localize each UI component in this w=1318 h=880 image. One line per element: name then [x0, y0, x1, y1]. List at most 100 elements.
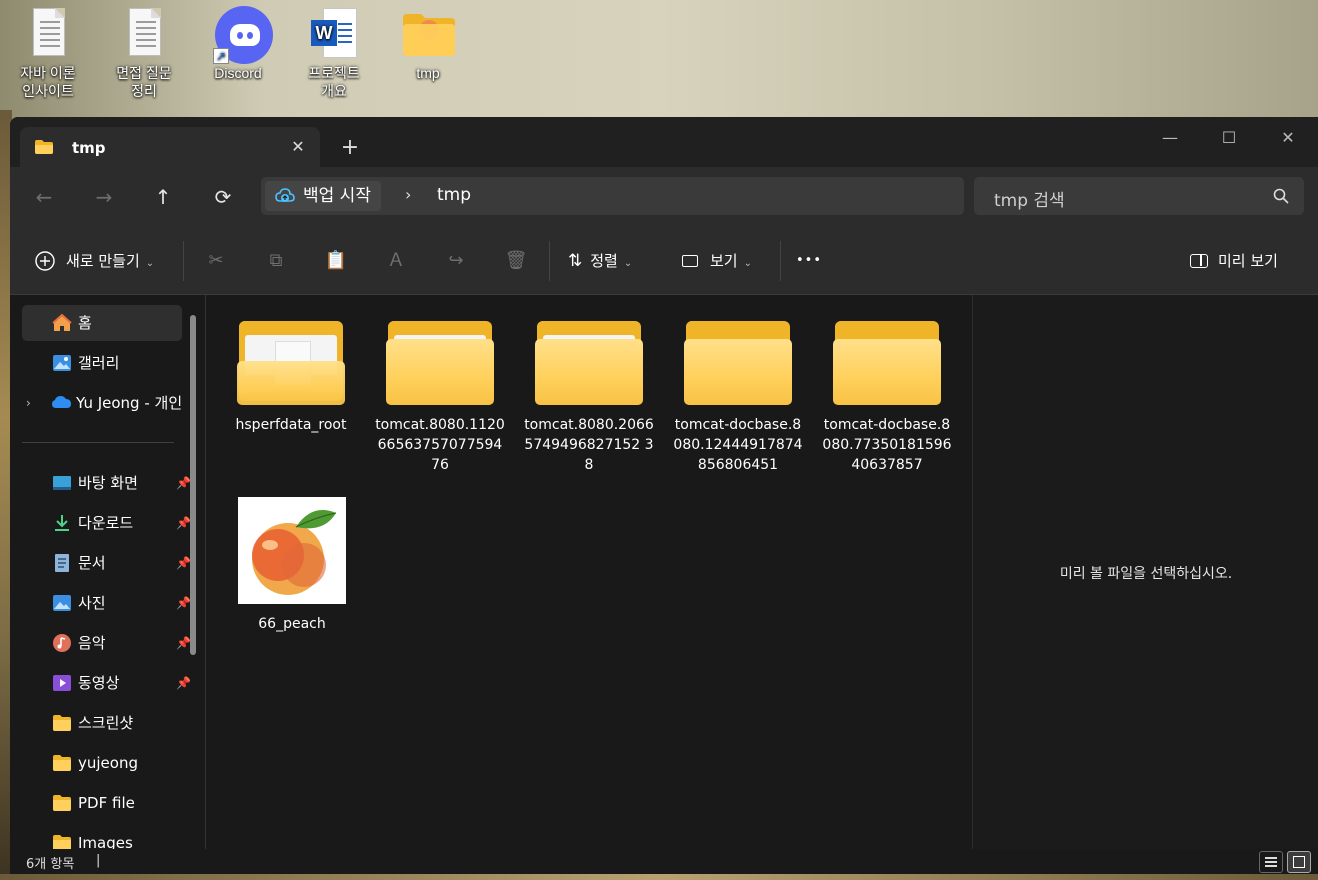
file-name: tomcat-docbase.8080.7735018159640637857 — [822, 417, 952, 473]
new-button[interactable]: 새로 만들기 ⌄ — [34, 249, 154, 273]
large-icons-view-button[interactable] — [1287, 851, 1311, 873]
sidebar-divider — [22, 442, 174, 443]
sidebar-item-label: 스크린샷 — [78, 714, 134, 732]
sidebar-item-yujeong[interactable]: yujeong — [22, 745, 182, 781]
pin-icon[interactable]: 📌 — [176, 465, 191, 501]
sidebar-item-label: 다운로드 — [78, 514, 134, 532]
view-label: 보기 — [710, 252, 738, 270]
sidebar-item-onedrive[interactable]: › Yu Jeong - 개인 — [22, 385, 202, 421]
maximize-button[interactable]: ☐ — [1206, 123, 1252, 153]
file-item-tomcat-2[interactable]: tomcat.8080.20665749496827152 38 — [524, 321, 654, 475]
breadcrumb-tmp[interactable]: tmp — [437, 185, 471, 205]
new-tab-button[interactable]: + — [336, 135, 364, 163]
pin-icon[interactable]: 📌 — [176, 585, 191, 621]
folder-icon — [35, 140, 53, 154]
cloud-backup-icon — [275, 188, 295, 202]
shortcut-arrow-icon: ↗ — [213, 48, 229, 64]
view-button[interactable]: 보기 ⌄ — [682, 249, 752, 273]
item-count: 6개 항목 — [26, 857, 75, 872]
sort-label: 정렬 — [590, 252, 618, 270]
sidebar-item-label: Images — [78, 834, 133, 849]
navigation-bar: ← → ↑ ⟳ 백업 시작 › tmp tmp 검색 — [10, 167, 1318, 227]
folder-icon — [53, 795, 71, 811]
copy-icon[interactable]: ⧉ — [264, 249, 288, 273]
sidebar-item-screenshots[interactable]: 스크린샷 — [22, 705, 182, 741]
sidebar-item-videos[interactable]: 동영상 📌 — [22, 665, 191, 701]
desktop-wallpaper-bottom — [0, 874, 1318, 880]
pin-icon[interactable]: 📌 — [176, 625, 191, 661]
preview-empty-text: 미리 볼 파일을 선택하십시오. — [1059, 566, 1233, 582]
file-item-tomcat-docbase-1[interactable]: tomcat-docbase.8080.12444917874856806451 — [673, 321, 803, 475]
chevron-down-icon: ⌄ — [145, 258, 155, 269]
text-document-icon — [23, 6, 73, 60]
desktop-icon-discord[interactable]: ↗ Discord — [198, 6, 278, 82]
folder-icon — [403, 6, 455, 60]
file-item-66-peach[interactable]: 66_peach — [237, 497, 347, 634]
tab-tmp[interactable]: tmp ✕ — [20, 127, 320, 167]
sidebar-scrollbar[interactable] — [190, 315, 196, 655]
desktop-icon-interview-questions[interactable]: 면접 질문 정리 — [104, 6, 184, 100]
peach-thumbnail — [238, 497, 346, 604]
folder-icon — [53, 715, 71, 731]
forward-button[interactable]: → — [84, 181, 124, 213]
preview-pane: 미리 볼 파일을 선택하십시오. — [972, 295, 1318, 849]
search-icon — [1273, 188, 1289, 204]
pin-icon[interactable]: 📌 — [176, 505, 191, 541]
back-button[interactable]: ← — [24, 181, 64, 213]
file-item-hsperfdata-root[interactable]: hsperfdata_root — [226, 321, 356, 435]
rename-icon[interactable]: Ａ — [384, 249, 408, 273]
sidebar-item-documents[interactable]: 문서 📌 — [22, 545, 191, 581]
minimize-button[interactable]: — — [1147, 123, 1193, 153]
details-view-button[interactable] — [1259, 851, 1283, 873]
sidebar-item-label: 문서 — [78, 554, 106, 572]
desktop-icon-label: tmp — [416, 65, 440, 81]
desktop-icon-label: 면접 질문 정리 — [116, 65, 172, 99]
sidebar-item-home[interactable]: 홈 — [22, 305, 182, 341]
sidebar-item-pictures[interactable]: 사진 📌 — [22, 585, 191, 621]
chevron-right-icon[interactable]: › — [26, 385, 31, 421]
word-document-icon: W — [309, 6, 359, 60]
sidebar-item-gallery[interactable]: 갤러리 — [22, 345, 182, 381]
file-list: hsperfdata_root tomcat.8080.112066563757… — [206, 295, 972, 849]
music-icon — [53, 634, 71, 652]
search-box[interactable]: tmp 검색 — [974, 177, 1304, 215]
breadcrumb-backup-label: 백업 시작 — [303, 186, 371, 206]
more-options-button[interactable]: ••• — [796, 249, 822, 273]
pin-icon[interactable]: 📌 — [176, 545, 191, 581]
tab-title: tmp — [72, 139, 106, 157]
address-bar[interactable]: 백업 시작 › tmp — [261, 177, 964, 215]
cut-icon[interactable]: ✂ — [204, 249, 228, 273]
search-input[interactable]: tmp 검색 — [994, 186, 1065, 211]
close-tab-icon[interactable]: ✕ — [286, 135, 310, 159]
download-icon — [55, 515, 69, 531]
desktop-icon-project-overview[interactable]: W 프로젝트 개요 — [294, 6, 374, 100]
close-window-button[interactable]: ✕ — [1265, 123, 1311, 153]
sidebar-item-desktop[interactable]: 바탕 화면 📌 — [22, 465, 191, 501]
file-item-tomcat-docbase-2[interactable]: tomcat-docbase.8080.7735018159640637857 — [822, 321, 952, 475]
desktop-icon-java-theory[interactable]: 자바 이론 인사이트 — [8, 6, 88, 100]
file-name: tomcat-docbase.8080.12444917874856806451 — [673, 417, 803, 473]
sidebar-item-pdf-file[interactable]: PDF file — [22, 785, 182, 821]
delete-icon[interactable]: 🗑 — [504, 249, 528, 273]
file-item-tomcat-1[interactable]: tomcat.8080.11206656375707759476 — [375, 321, 505, 475]
share-icon[interactable]: ↪ — [444, 249, 468, 273]
preview-pane-icon — [1190, 254, 1208, 268]
paste-icon[interactable]: 📋 — [324, 249, 348, 273]
up-button[interactable]: ↑ — [143, 181, 183, 213]
sort-button[interactable]: ⇅ 정렬 ⌄ — [568, 249, 632, 273]
breadcrumb-backup[interactable]: 백업 시작 — [265, 181, 381, 211]
refresh-button[interactable]: ⟳ — [203, 181, 243, 213]
preview-pane-button[interactable]: 미리 보기 — [1190, 249, 1278, 273]
sidebar-item-label: 갤러리 — [78, 354, 120, 372]
command-bar: 새로 만들기 ⌄ ✂ ⧉ 📋 Ａ ↪ 🗑 ⇅ 정렬 ⌄ 보기 ⌄ ••• 미리 보기 — [10, 227, 1318, 295]
pin-icon[interactable]: 📌 — [176, 665, 191, 701]
desktop-icon-label: Discord — [214, 65, 262, 81]
sidebar-item-music[interactable]: 음악 📌 — [22, 625, 191, 661]
add-circle-icon — [35, 251, 55, 271]
file-name: tomcat.8080.20665749496827152 38 — [524, 417, 654, 473]
desktop-icon-tmp[interactable]: tmp — [388, 6, 468, 82]
sidebar-item-downloads[interactable]: 다운로드 📌 — [22, 505, 191, 541]
desktop-icon-label: 자바 이론 인사이트 — [20, 65, 76, 99]
breadcrumb-separator-icon[interactable]: › — [405, 185, 411, 204]
sidebar-item-images[interactable]: Images — [22, 825, 182, 849]
